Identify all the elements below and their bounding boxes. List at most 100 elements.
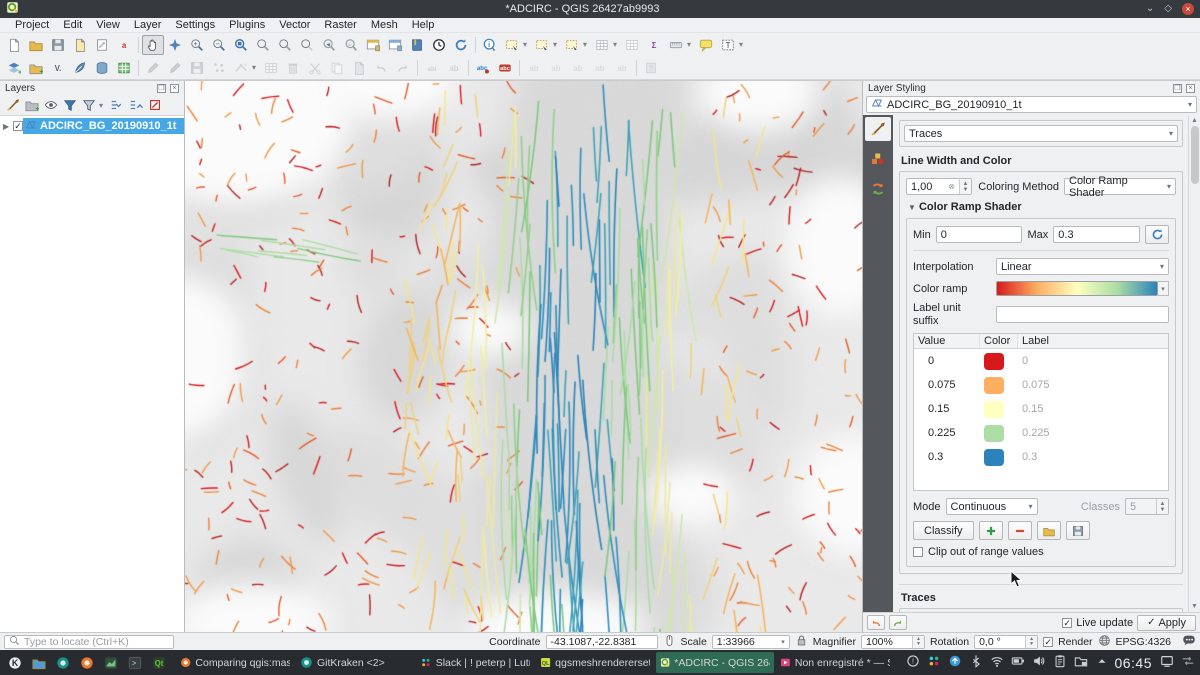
statistics-icon[interactable]: Σ [643, 35, 665, 55]
classify-button[interactable]: Classify [913, 521, 974, 540]
open-layer-styling-icon[interactable] [4, 97, 22, 113]
gitkraken-launcher-icon[interactable] [51, 652, 75, 674]
save-edits-icon[interactable] [186, 58, 208, 78]
panel-undo-button[interactable] [867, 615, 885, 630]
add-raster-layer-icon[interactable]: + [25, 58, 47, 78]
bookmark-icon[interactable] [406, 35, 428, 55]
layer-checkbox[interactable]: ✓ [13, 121, 23, 131]
scale-combo[interactable]: 1:33966▾ [712, 635, 790, 649]
delete-selected-icon[interactable] [282, 58, 304, 78]
label-tool-2-icon[interactable]: ab [545, 58, 567, 78]
measure-icon[interactable] [665, 35, 687, 55]
coordinate-field[interactable]: -43.1087,-22.8381 [546, 635, 658, 649]
kde-menu-icon[interactable]: K [3, 652, 27, 674]
zoom-in-icon[interactable]: + [186, 35, 208, 55]
layer-diagram-icon[interactable]: abc [494, 58, 516, 78]
rotation-spin[interactable]: 0,0 °▲▼ [974, 635, 1038, 649]
add-vector-layer-icon[interactable]: + [3, 58, 25, 78]
task-firefox[interactable]: Comparing qgis:mast... [176, 652, 294, 673]
dropdown-caret-icon[interactable]: ▾ [687, 40, 695, 49]
close-button[interactable]: × [1182, 3, 1194, 15]
add-postgis-icon[interactable] [91, 58, 113, 78]
attribute-table-icon[interactable] [591, 35, 613, 55]
text-annotation-icon[interactable]: T [717, 35, 739, 55]
magnifier-spin[interactable]: 100%▲▼ [861, 635, 925, 649]
label-tool-3-icon[interactable]: ab [567, 58, 589, 78]
render-checkbox[interactable]: ✓ [1043, 637, 1053, 647]
remove-layer-icon[interactable] [146, 97, 164, 113]
task-qt-linguist[interactable]: QLqgsmeshrenderersetti... [536, 652, 654, 673]
label-tool-4-icon[interactable]: ab [589, 58, 611, 78]
menu-settings[interactable]: Settings [168, 19, 222, 31]
map-tips-icon[interactable] [695, 35, 717, 55]
task-slack[interactable]: Slack | ! peterp | Lutr... [416, 652, 534, 673]
save-project-icon[interactable] [47, 35, 69, 55]
locator-input[interactable]: Type to locate (Ctrl+K) [4, 635, 174, 649]
expand-all-icon[interactable] [108, 97, 126, 113]
zoom-out-icon[interactable]: − [208, 35, 230, 55]
menu-plugins[interactable]: Plugins [222, 19, 272, 31]
slack-tray-icon[interactable] [927, 654, 941, 671]
zoom-selection-icon[interactable] [274, 35, 296, 55]
close-panel-icon[interactable]: × [170, 84, 179, 93]
pan-to-selection-icon[interactable] [164, 35, 186, 55]
dropdown-caret-icon[interactable]: ▾ [523, 40, 531, 49]
3d-view-tab-icon[interactable] [865, 147, 891, 171]
dropdown-caret-icon[interactable]: ▾ [613, 40, 621, 49]
menu-edit[interactable]: Edit [56, 19, 89, 31]
load-ramp-icon[interactable] [1037, 521, 1061, 540]
map-canvas[interactable] [185, 81, 862, 632]
firefox-launcher-icon[interactable] [75, 652, 99, 674]
redo-icon[interactable] [392, 58, 414, 78]
add-value-icon[interactable] [979, 521, 1003, 540]
zoom-last-icon[interactable]: ◂ [318, 35, 340, 55]
folder-tray-icon[interactable] [1074, 654, 1088, 671]
label-tool-5-icon[interactable]: ab [611, 58, 633, 78]
lock-scale-icon[interactable] [795, 634, 808, 650]
dropdown-caret-icon[interactable]: ▾ [252, 63, 260, 72]
add-mesh-layer-icon[interactable]: V. [47, 58, 69, 78]
select-features-icon[interactable] [501, 35, 523, 55]
help-contents-icon[interactable]: ? [640, 58, 662, 78]
layer-labeling-icon[interactable]: abc [472, 58, 494, 78]
ramp-table[interactable]: Value Color Label 0 00.075 0.0750.15 0.1… [913, 333, 1169, 491]
menu-layer[interactable]: Layer [127, 19, 169, 31]
styling-scrollbar[interactable]: ▲ ▼ [1188, 115, 1200, 612]
toggle-editing-icon[interactable] [164, 58, 186, 78]
digitize-icon[interactable] [208, 58, 230, 78]
styling-layer-selector[interactable]: ADCIRC_BG_20190910_1t ▾ [866, 96, 1197, 113]
manage-themes-icon[interactable] [42, 97, 60, 113]
dropdown-caret-icon[interactable]: ▾ [739, 40, 747, 49]
min-field[interactable]: 0 [936, 226, 1023, 243]
copy-icon[interactable] [326, 58, 348, 78]
save-ramp-icon[interactable] [1066, 521, 1090, 540]
add-group-icon[interactable]: + [23, 97, 41, 113]
monitor-app-icon[interactable] [99, 652, 123, 674]
shader-section-header[interactable]: ▼ Color Ramp Shader [908, 201, 1176, 213]
battery-icon[interactable] [1011, 654, 1025, 671]
zoom-layer-icon[interactable] [296, 35, 318, 55]
add-delimited-icon[interactable] [69, 58, 91, 78]
extents-toggle-icon[interactable] [663, 634, 676, 650]
wifi-icon[interactable] [990, 654, 1004, 671]
crs-value[interactable]: EPSG:4326 [1116, 636, 1171, 648]
line-width-spin[interactable]: 1,00⊗ ▲▼ [906, 178, 972, 195]
menu-view[interactable]: View [89, 19, 127, 31]
clip-checkbox[interactable] [913, 547, 923, 557]
task-qgis[interactable]: *ADCIRC - QGIS 26427... [656, 652, 774, 673]
menu-raster[interactable]: Raster [317, 19, 363, 31]
max-field[interactable]: 0.3 [1053, 226, 1140, 243]
live-update-checkbox[interactable]: ✓ [1062, 618, 1072, 628]
add-wms-icon[interactable] [113, 58, 135, 78]
dropdown-caret-icon[interactable]: ▾ [99, 101, 107, 110]
label-highlight-icon[interactable]: abl [421, 58, 443, 78]
color-ramp-button[interactable]: ▾ [996, 281, 1169, 296]
filter-legend-icon[interactable] [61, 97, 79, 113]
zoom-next-icon[interactable]: ▸ [340, 35, 362, 55]
undock-panel-icon[interactable]: ❐ [157, 84, 166, 93]
current-edits-icon[interactable] [142, 58, 164, 78]
undock-styling-icon[interactable]: ❐ [1173, 84, 1182, 93]
style-manager-icon[interactable] [91, 35, 113, 55]
menu-help[interactable]: Help [405, 19, 442, 31]
suffix-field[interactable] [996, 306, 1169, 323]
